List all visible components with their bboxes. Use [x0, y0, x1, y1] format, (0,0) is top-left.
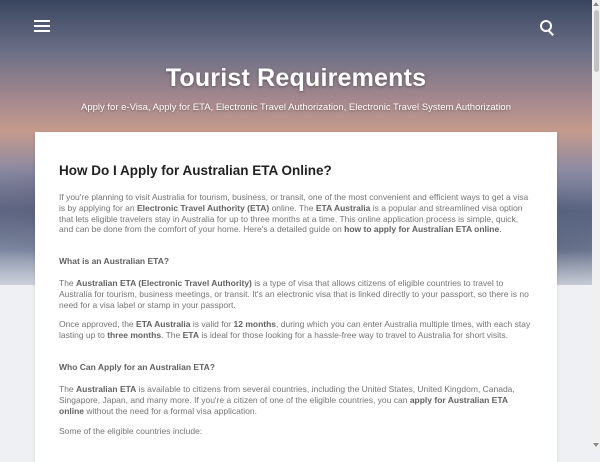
section-heading: What is an Australian ETA? [59, 256, 170, 266]
scrollbar-thumb[interactable] [594, 10, 599, 72]
search-icon[interactable] [540, 20, 556, 36]
site-title[interactable]: Tourist Requirements [0, 64, 592, 93]
scroll-down-arrow-icon[interactable] [593, 443, 599, 447]
section-heading: Who Can Apply for an Australian ETA? [59, 362, 215, 372]
top-bar [0, 0, 600, 58]
hamburger-menu-icon[interactable] [34, 20, 50, 34]
scroll-up-arrow-icon[interactable] [593, 2, 599, 6]
site-description: Apply for e-Visa, Apply for ETA, Electro… [81, 102, 511, 113]
paragraph-eligible-countries: Some of the eligible countries include: [59, 426, 203, 436]
paragraph-what-is-eta: The Australian ETA (Electronic Travel Au… [59, 278, 529, 310]
paragraph-validity: Once approved, the ETA Australia is vali… [59, 319, 531, 340]
post-card: How Do I Apply for Australian ETA Online… [35, 132, 557, 462]
paragraph-eligibility: The Australian ETA is available to citiz… [59, 384, 515, 416]
intro-paragraph: If you're planning to visit Australia fo… [59, 192, 529, 235]
post-title[interactable]: How Do I Apply for Australian ETA Online… [59, 163, 533, 179]
